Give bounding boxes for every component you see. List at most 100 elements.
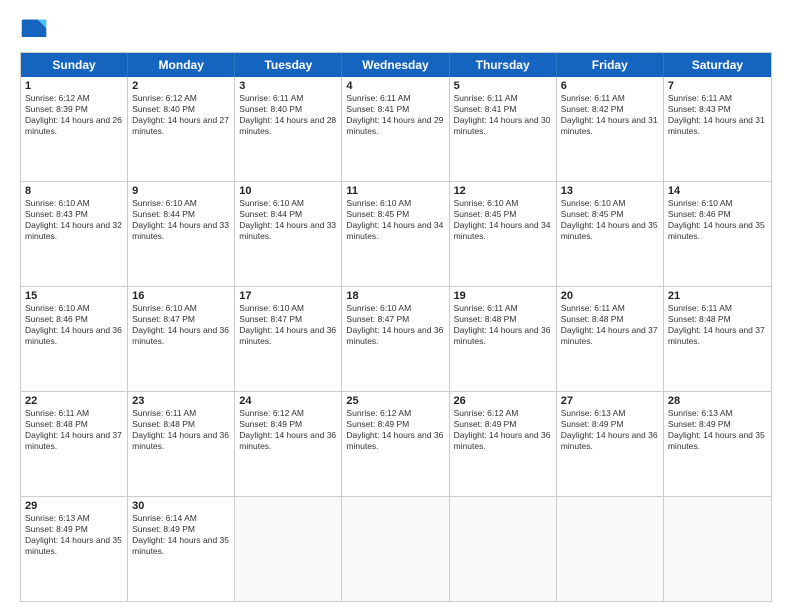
day-number: 16 (132, 290, 230, 302)
cell-text: Sunrise: 6:11 AM Sunset: 8:40 PM Dayligh… (239, 93, 337, 137)
day-number: 24 (239, 395, 337, 407)
cell-text: Sunrise: 6:11 AM Sunset: 8:41 PM Dayligh… (346, 93, 444, 137)
calendar-cell: 2Sunrise: 6:12 AM Sunset: 8:40 PM Daylig… (128, 77, 235, 181)
calendar-row: 22Sunrise: 6:11 AM Sunset: 8:48 PM Dayli… (21, 391, 771, 496)
cell-text: Sunrise: 6:11 AM Sunset: 8:48 PM Dayligh… (25, 408, 123, 452)
calendar-cell (235, 497, 342, 601)
cell-text: Sunrise: 6:10 AM Sunset: 8:47 PM Dayligh… (132, 303, 230, 347)
calendar-cell: 26Sunrise: 6:12 AM Sunset: 8:49 PM Dayli… (450, 392, 557, 496)
weekday-header: Monday (128, 53, 235, 77)
day-number: 1 (25, 80, 123, 92)
day-number: 14 (668, 185, 767, 197)
cell-text: Sunrise: 6:14 AM Sunset: 8:49 PM Dayligh… (132, 513, 230, 557)
cell-text: Sunrise: 6:10 AM Sunset: 8:46 PM Dayligh… (25, 303, 123, 347)
cell-text: Sunrise: 6:13 AM Sunset: 8:49 PM Dayligh… (668, 408, 767, 452)
cell-text: Sunrise: 6:10 AM Sunset: 8:45 PM Dayligh… (561, 198, 659, 242)
day-number: 13 (561, 185, 659, 197)
day-number: 4 (346, 80, 444, 92)
calendar-cell: 27Sunrise: 6:13 AM Sunset: 8:49 PM Dayli… (557, 392, 664, 496)
day-number: 22 (25, 395, 123, 407)
day-number: 9 (132, 185, 230, 197)
calendar-cell: 13Sunrise: 6:10 AM Sunset: 8:45 PM Dayli… (557, 182, 664, 286)
cell-text: Sunrise: 6:10 AM Sunset: 8:43 PM Dayligh… (25, 198, 123, 242)
day-number: 20 (561, 290, 659, 302)
cell-text: Sunrise: 6:11 AM Sunset: 8:41 PM Dayligh… (454, 93, 552, 137)
calendar-cell: 10Sunrise: 6:10 AM Sunset: 8:44 PM Dayli… (235, 182, 342, 286)
weekday-header: Friday (557, 53, 664, 77)
day-number: 18 (346, 290, 444, 302)
cell-text: Sunrise: 6:12 AM Sunset: 8:49 PM Dayligh… (346, 408, 444, 452)
calendar-row: 8Sunrise: 6:10 AM Sunset: 8:43 PM Daylig… (21, 181, 771, 286)
calendar-cell: 5Sunrise: 6:11 AM Sunset: 8:41 PM Daylig… (450, 77, 557, 181)
weekday-header: Tuesday (235, 53, 342, 77)
calendar-cell: 9Sunrise: 6:10 AM Sunset: 8:44 PM Daylig… (128, 182, 235, 286)
cell-text: Sunrise: 6:13 AM Sunset: 8:49 PM Dayligh… (561, 408, 659, 452)
cell-text: Sunrise: 6:10 AM Sunset: 8:45 PM Dayligh… (346, 198, 444, 242)
calendar-cell: 24Sunrise: 6:12 AM Sunset: 8:49 PM Dayli… (235, 392, 342, 496)
day-number: 12 (454, 185, 552, 197)
calendar-cell: 7Sunrise: 6:11 AM Sunset: 8:43 PM Daylig… (664, 77, 771, 181)
calendar-cell: 23Sunrise: 6:11 AM Sunset: 8:48 PM Dayli… (128, 392, 235, 496)
calendar-cell: 12Sunrise: 6:10 AM Sunset: 8:45 PM Dayli… (450, 182, 557, 286)
cell-text: Sunrise: 6:10 AM Sunset: 8:47 PM Dayligh… (239, 303, 337, 347)
calendar-row: 15Sunrise: 6:10 AM Sunset: 8:46 PM Dayli… (21, 286, 771, 391)
cell-text: Sunrise: 6:13 AM Sunset: 8:49 PM Dayligh… (25, 513, 123, 557)
day-number: 27 (561, 395, 659, 407)
calendar-cell: 29Sunrise: 6:13 AM Sunset: 8:49 PM Dayli… (21, 497, 128, 601)
calendar-cell: 22Sunrise: 6:11 AM Sunset: 8:48 PM Dayli… (21, 392, 128, 496)
weekday-header: Thursday (450, 53, 557, 77)
day-number: 26 (454, 395, 552, 407)
calendar-body: 1Sunrise: 6:12 AM Sunset: 8:39 PM Daylig… (21, 77, 771, 601)
calendar-cell: 28Sunrise: 6:13 AM Sunset: 8:49 PM Dayli… (664, 392, 771, 496)
calendar-cell: 25Sunrise: 6:12 AM Sunset: 8:49 PM Dayli… (342, 392, 449, 496)
calendar-cell: 4Sunrise: 6:11 AM Sunset: 8:41 PM Daylig… (342, 77, 449, 181)
cell-text: Sunrise: 6:11 AM Sunset: 8:43 PM Dayligh… (668, 93, 767, 137)
cell-text: Sunrise: 6:10 AM Sunset: 8:47 PM Dayligh… (346, 303, 444, 347)
calendar-cell: 20Sunrise: 6:11 AM Sunset: 8:48 PM Dayli… (557, 287, 664, 391)
day-number: 30 (132, 500, 230, 512)
weekday-header: Saturday (664, 53, 771, 77)
day-number: 10 (239, 185, 337, 197)
cell-text: Sunrise: 6:12 AM Sunset: 8:49 PM Dayligh… (239, 408, 337, 452)
calendar-cell: 3Sunrise: 6:11 AM Sunset: 8:40 PM Daylig… (235, 77, 342, 181)
day-number: 19 (454, 290, 552, 302)
day-number: 25 (346, 395, 444, 407)
day-number: 3 (239, 80, 337, 92)
cell-text: Sunrise: 6:11 AM Sunset: 8:48 PM Dayligh… (454, 303, 552, 347)
calendar-cell: 6Sunrise: 6:11 AM Sunset: 8:42 PM Daylig… (557, 77, 664, 181)
calendar-cell: 19Sunrise: 6:11 AM Sunset: 8:48 PM Dayli… (450, 287, 557, 391)
calendar-cell (664, 497, 771, 601)
cell-text: Sunrise: 6:12 AM Sunset: 8:40 PM Dayligh… (132, 93, 230, 137)
logo (20, 16, 52, 44)
header (20, 16, 772, 44)
day-number: 28 (668, 395, 767, 407)
cell-text: Sunrise: 6:11 AM Sunset: 8:48 PM Dayligh… (561, 303, 659, 347)
cell-text: Sunrise: 6:10 AM Sunset: 8:44 PM Dayligh… (132, 198, 230, 242)
calendar-row: 29Sunrise: 6:13 AM Sunset: 8:49 PM Dayli… (21, 496, 771, 601)
cell-text: Sunrise: 6:10 AM Sunset: 8:44 PM Dayligh… (239, 198, 337, 242)
calendar-cell: 15Sunrise: 6:10 AM Sunset: 8:46 PM Dayli… (21, 287, 128, 391)
calendar-cell: 8Sunrise: 6:10 AM Sunset: 8:43 PM Daylig… (21, 182, 128, 286)
cell-text: Sunrise: 6:10 AM Sunset: 8:46 PM Dayligh… (668, 198, 767, 242)
day-number: 6 (561, 80, 659, 92)
cell-text: Sunrise: 6:11 AM Sunset: 8:48 PM Dayligh… (668, 303, 767, 347)
cell-text: Sunrise: 6:12 AM Sunset: 8:39 PM Dayligh… (25, 93, 123, 137)
calendar-cell (450, 497, 557, 601)
cell-text: Sunrise: 6:10 AM Sunset: 8:45 PM Dayligh… (454, 198, 552, 242)
day-number: 21 (668, 290, 767, 302)
day-number: 7 (668, 80, 767, 92)
calendar-header: SundayMondayTuesdayWednesdayThursdayFrid… (21, 53, 771, 77)
logo-icon (20, 16, 48, 44)
calendar-cell: 1Sunrise: 6:12 AM Sunset: 8:39 PM Daylig… (21, 77, 128, 181)
cell-text: Sunrise: 6:12 AM Sunset: 8:49 PM Dayligh… (454, 408, 552, 452)
day-number: 29 (25, 500, 123, 512)
calendar-cell: 21Sunrise: 6:11 AM Sunset: 8:48 PM Dayli… (664, 287, 771, 391)
day-number: 11 (346, 185, 444, 197)
cell-text: Sunrise: 6:11 AM Sunset: 8:48 PM Dayligh… (132, 408, 230, 452)
calendar-cell: 18Sunrise: 6:10 AM Sunset: 8:47 PM Dayli… (342, 287, 449, 391)
calendar-cell: 17Sunrise: 6:10 AM Sunset: 8:47 PM Dayli… (235, 287, 342, 391)
calendar-cell: 11Sunrise: 6:10 AM Sunset: 8:45 PM Dayli… (342, 182, 449, 286)
day-number: 15 (25, 290, 123, 302)
calendar-cell: 16Sunrise: 6:10 AM Sunset: 8:47 PM Dayli… (128, 287, 235, 391)
calendar-cell (557, 497, 664, 601)
